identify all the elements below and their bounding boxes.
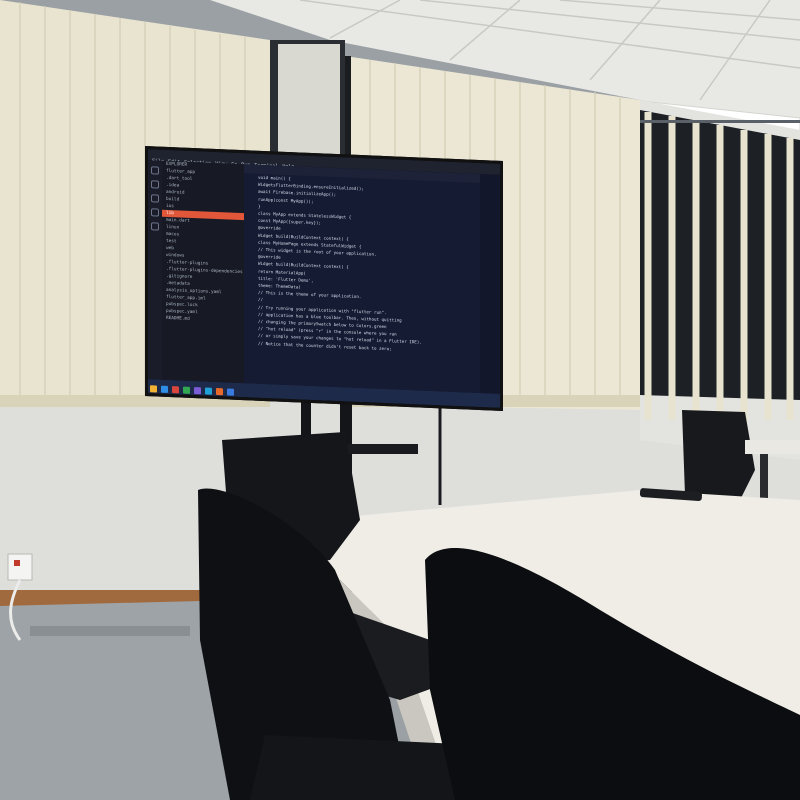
chair-back-right [682, 410, 755, 500]
floor-vent [30, 626, 190, 636]
minimap [480, 174, 500, 394]
taskbar-app-icon [194, 387, 201, 395]
extensions-icon [151, 222, 159, 231]
activity-bar [148, 160, 162, 380]
file-explorer: EXPLORER flutter_app .dart_tool .idea androi… [162, 160, 244, 384]
taskbar-app-icon [216, 387, 223, 396]
photo-scene: FileEditSelectionViewGoRunTerminalHelp E… [0, 0, 800, 800]
code-lines: void main() { WidgetsFlutterBinding.ensu… [244, 173, 480, 356]
right-window [640, 110, 800, 420]
taskbar-app-icon [161, 385, 168, 393]
debug-icon [151, 208, 159, 217]
source-control-icon [151, 194, 159, 203]
taskbar-app-icon [227, 388, 234, 396]
wall-socket [7, 553, 33, 581]
search-icon [151, 180, 159, 189]
tv-screen: FileEditSelectionViewGoRunTerminalHelp E… [145, 146, 503, 412]
taskbar-app-icon [150, 385, 157, 393]
code-editor: void main() { WidgetsFlutterBinding.ensu… [244, 164, 480, 394]
files-icon [151, 166, 159, 175]
taskbar-app-icon [183, 386, 190, 394]
taskbar-app-icon [205, 387, 212, 395]
taskbar-app-icon [172, 386, 179, 394]
